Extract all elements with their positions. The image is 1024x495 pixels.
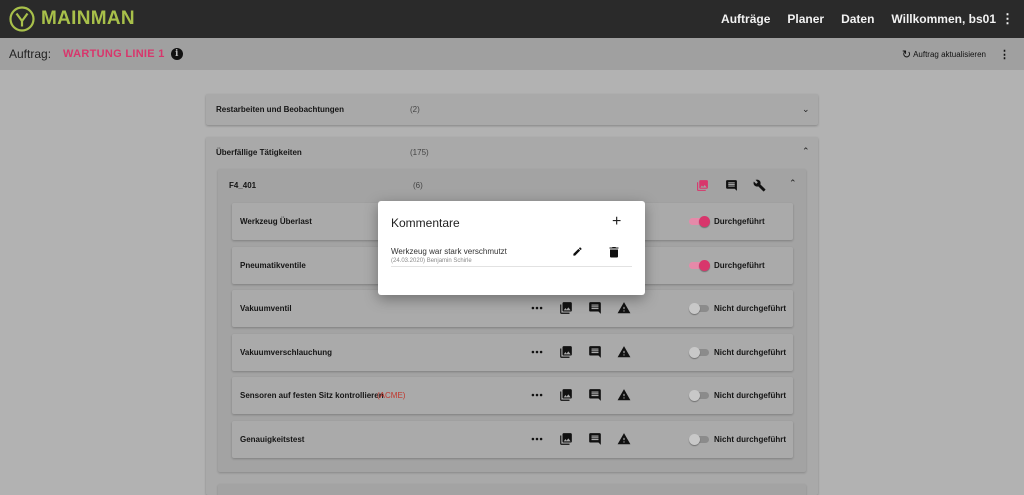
task-row[interactable]: Sensoren auf festen Sitz kontrollieren (A… [232,377,793,414]
divider [391,266,632,267]
status-label: Nicht durchgeführt [714,348,786,357]
toggle-knob [699,260,710,271]
section-count: (2) [410,105,420,114]
dialog-title: Kommentare [391,216,460,230]
edit-icon[interactable] [572,246,583,257]
task-actions [530,300,646,316]
more-horiz-icon[interactable] [530,301,544,315]
comment-text: Werkzeug war stark verschmutzt [391,247,507,256]
app-title: MAINMAN [41,8,135,29]
comment-meta: (24.03.2020) Benjamin Schirle [391,258,472,264]
wrench-icon[interactable] [753,179,766,192]
group-title: F4_401 [229,181,257,190]
refresh-order-label: Auftrag aktualisieren [913,49,986,59]
add-icon[interactable]: + [612,214,621,230]
section-title: Überfällige Tätigkeiten [216,148,302,157]
task-row[interactable]: Vakuumventil Nicht durchgeführt [232,290,793,327]
task-name: Vakuumventil [240,304,292,313]
task-actions [530,344,646,360]
comment-icon[interactable] [588,388,602,402]
comment-icon[interactable] [725,179,738,192]
toggle-knob [689,390,700,401]
main-nav: Aufträge Planer Daten Willkommen, bs01 ⋮ [704,0,1014,38]
status-label: Durchgeführt [714,261,765,270]
refresh-order-button[interactable]: ↻ Auftrag aktualisieren [902,38,986,70]
photo-library-icon[interactable] [559,432,573,446]
order-name: WARTUNG LINIE 1 [63,48,165,60]
status-toggle[interactable] [689,303,711,314]
status-toggle[interactable] [689,434,711,445]
refresh-icon: ↻ [901,48,912,61]
order-bar: Auftrag: WARTUNG LINIE 1 i ↻ Auftrag akt… [0,38,1024,70]
status-label: Nicht durchgeführt [714,391,786,400]
nav-daten[interactable]: Daten [841,12,874,26]
warning-icon[interactable] [617,432,631,446]
user-greeting[interactable]: Willkommen, bs01 [891,12,996,26]
warning-icon[interactable] [617,301,631,315]
toggle-knob [699,216,710,227]
app-logo[interactable]: MAINMAN [9,6,135,32]
section-count: (175) [410,148,429,157]
task-row[interactable]: Vakuumverschlauchung Nicht durchgeführt [232,334,793,371]
more-horiz-icon[interactable] [530,388,544,402]
warning-icon[interactable] [617,388,631,402]
chevron-down-icon[interactable]: ⌄ [802,104,810,115]
top-app-bar: MAINMAN Aufträge Planer Daten Willkommen… [0,0,1024,38]
task-name: Genauigkeitstest [240,435,305,444]
photo-library-icon[interactable] [559,301,573,315]
task-tag: (ACME) [377,391,406,400]
warning-icon[interactable] [617,345,631,359]
chevron-up-icon[interactable]: ⌃ [802,146,810,157]
info-icon[interactable]: i [170,48,183,60]
task-name: Vakuumverschlauchung [240,348,333,357]
section-title: Restarbeiten und Beobachtungen [216,105,345,114]
more-vert-icon[interactable]: ⋮ [1001,11,1014,27]
photo-library-icon[interactable] [696,179,709,192]
task-name: Sensoren auf festen Sitz kontrollieren [240,391,384,400]
photo-library-icon[interactable] [559,388,573,402]
group-count: (6) [413,181,423,190]
toggle-knob [689,347,700,358]
task-row[interactable]: Genauigkeitstest Nicht durchgeführt [232,421,793,458]
status-label: Nicht durchgeführt [714,304,786,313]
task-name: Werkzeug Überlast [240,217,312,226]
more-horiz-icon[interactable] [530,345,544,359]
more-horiz-icon[interactable] [530,432,544,446]
nav-planer[interactable]: Planer [787,12,824,26]
status-toggle[interactable] [689,260,711,271]
group-next[interactable] [218,484,806,495]
task-actions [530,387,646,403]
toggle-knob [689,303,700,314]
task-actions [530,431,646,447]
comment-icon[interactable] [588,301,602,315]
toggle-knob [689,434,700,445]
mainman-logo-icon [9,6,35,32]
status-toggle[interactable] [689,347,711,358]
chevron-up-icon[interactable]: ⌃ [789,178,797,189]
section-restarbeiten[interactable]: Restarbeiten und Beobachtungen (2) ⌄ [206,94,818,125]
nav-auftraege[interactable]: Aufträge [721,12,770,26]
status-toggle[interactable] [689,390,711,401]
comment-icon[interactable] [588,345,602,359]
status-label: Durchgeführt [714,217,765,226]
task-name: Pneumatikventile [240,261,306,270]
status-toggle[interactable] [689,216,711,227]
photo-library-icon[interactable] [559,345,573,359]
comment-icon[interactable] [588,432,602,446]
order-label: Auftrag: [9,47,52,61]
comments-dialog: Kommentare + Werkzeug war stark verschmu… [378,201,645,295]
status-label: Nicht durchgeführt [714,435,786,444]
more-vert-icon[interactable]: ⋮ [999,38,1010,70]
delete-icon[interactable] [609,246,619,258]
